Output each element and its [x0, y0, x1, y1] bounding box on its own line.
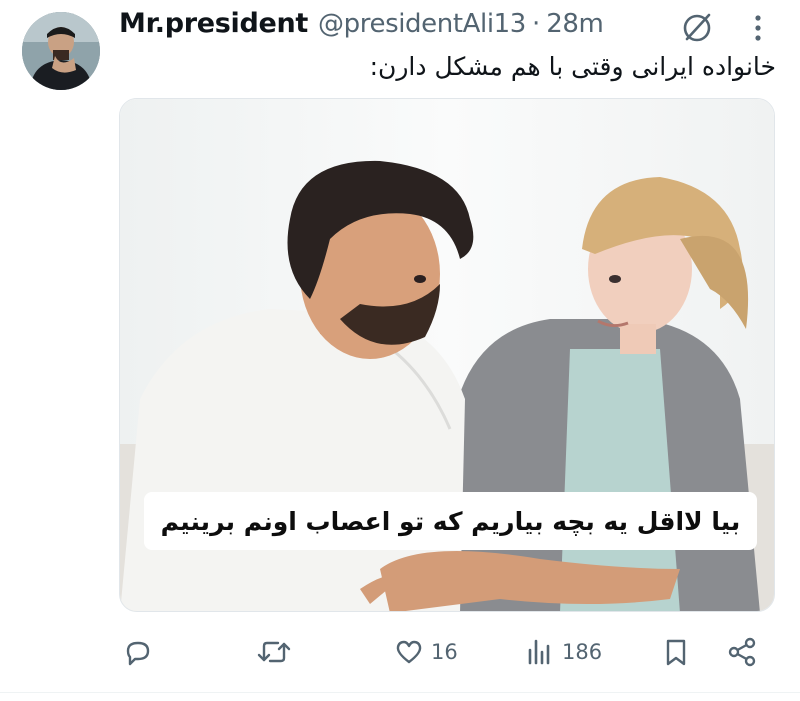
reply-icon	[122, 636, 154, 668]
timestamp[interactable]: 28m	[546, 9, 604, 39]
views-icon	[524, 636, 556, 668]
image-caption-box: بیا لااقل یه بچه بیاریم که تو اعصاب اونم…	[144, 492, 757, 550]
bookmark-icon	[660, 636, 692, 668]
display-name[interactable]: Mr.president	[119, 8, 308, 39]
like-count: 16	[431, 640, 458, 664]
tweet-header: Mr.president @presidentAli13 · 28m	[119, 8, 604, 39]
share-icon	[726, 636, 758, 668]
avatar-image	[22, 12, 100, 90]
bookmark-button[interactable]	[660, 630, 692, 674]
more-vertical-icon[interactable]	[746, 10, 770, 46]
tweet-text: خانواده ایرانی وقتی با هم مشکل دارن:	[369, 52, 776, 81]
reply-button[interactable]	[122, 630, 160, 674]
header-separator: ·	[531, 9, 541, 39]
tweet-image[interactable]: بیا لااقل یه بچه بیاریم که تو اعصاب اونم…	[119, 98, 775, 612]
views-count: 186	[562, 640, 603, 664]
image-caption: بیا لااقل یه بچه بیاریم که تو اعصاب اونم…	[160, 506, 741, 536]
grok-icon[interactable]	[679, 10, 715, 46]
share-button[interactable]	[726, 630, 758, 674]
action-bar: 16 186	[0, 630, 800, 674]
retweet-button[interactable]	[256, 630, 298, 674]
heart-icon	[393, 636, 425, 668]
retweet-icon	[256, 636, 292, 668]
avatar[interactable]	[22, 12, 100, 90]
bottom-divider	[0, 692, 800, 693]
user-handle[interactable]: @presidentAli13	[318, 9, 526, 39]
views-button[interactable]: 186	[524, 630, 602, 674]
like-button[interactable]: 16	[393, 630, 458, 674]
